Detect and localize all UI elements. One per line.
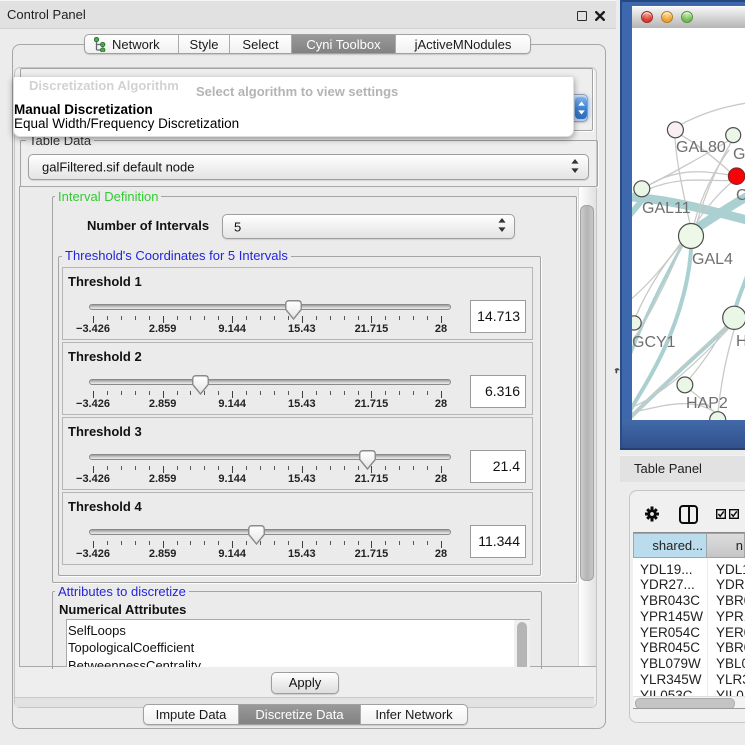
svg-text:GAL4: GAL4	[692, 251, 733, 268]
svg-text:G.: G.	[733, 146, 745, 163]
svg-text:GAL80: GAL80	[676, 139, 726, 156]
svg-text:C: C	[736, 187, 745, 204]
svg-text:H: H	[736, 333, 745, 350]
svg-text:GAL11: GAL11	[642, 200, 691, 217]
svg-text:GCY1: GCY1	[632, 334, 676, 351]
svg-text:HAP2: HAP2	[686, 395, 728, 412]
